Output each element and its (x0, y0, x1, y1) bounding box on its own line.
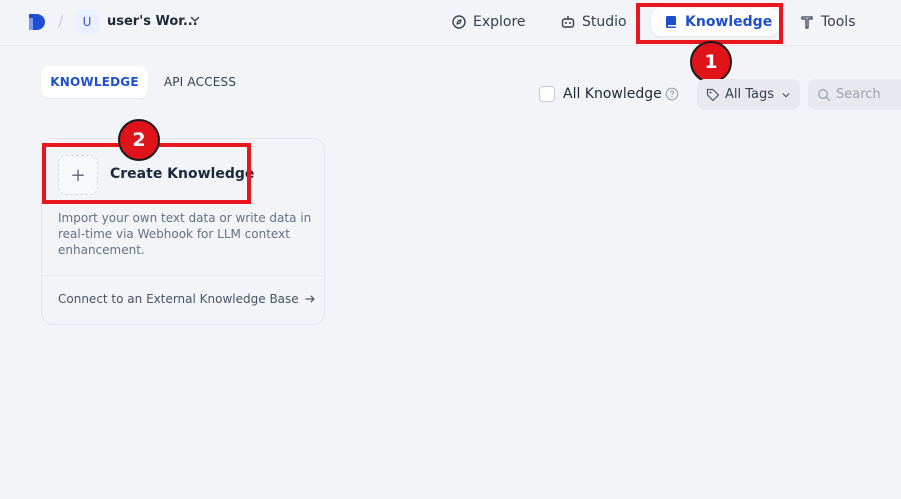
compass-icon (452, 15, 466, 29)
workspace-name[interactable]: user's Wor... (107, 14, 198, 29)
create-knowledge-description: Import your own text data or write data … (58, 211, 312, 257)
workspace-avatar[interactable]: U (75, 10, 99, 34)
robot-icon (561, 16, 575, 28)
app-logo-icon[interactable] (27, 12, 47, 32)
annotation-badge-1: 1 (690, 41, 732, 83)
all-knowledge-label[interactable]: All Knowledge (563, 86, 662, 102)
tab-api-access[interactable]: API ACCESS (155, 66, 245, 98)
highlight-box-knowledge-nav (636, 3, 783, 44)
tag-icon (706, 88, 720, 101)
help-circle-icon[interactable] (665, 87, 679, 101)
nav-tools-label: Tools (821, 14, 856, 30)
arrow-right-icon (305, 295, 315, 303)
chevron-down-icon (782, 92, 790, 97)
tags-filter-dropdown[interactable]: All Tags (697, 79, 800, 110)
nav-explore[interactable]: Explore (451, 8, 526, 36)
nav-studio-label: Studio (582, 14, 627, 30)
card-divider (42, 275, 324, 276)
chevron-down-icon[interactable] (189, 13, 201, 25)
external-knowledge-link-label: Connect to an External Knowledge Base (58, 292, 299, 306)
search-icon (818, 88, 831, 101)
annotation-badge-2: 2 (118, 119, 160, 161)
search-box[interactable] (808, 79, 901, 110)
external-knowledge-link[interactable]: Connect to an External Knowledge Base (58, 292, 316, 306)
tools-icon (801, 16, 813, 29)
breadcrumb-separator: / (58, 11, 64, 30)
nav-studio[interactable]: Studio (560, 8, 627, 36)
search-input[interactable] (836, 87, 896, 102)
tab-knowledge[interactable]: KNOWLEDGE (41, 66, 148, 98)
nav-explore-label: Explore (473, 14, 526, 30)
all-knowledge-checkbox[interactable] (539, 86, 555, 102)
nav-tools[interactable]: Tools (799, 8, 856, 36)
tags-filter-label: All Tags (725, 87, 775, 102)
